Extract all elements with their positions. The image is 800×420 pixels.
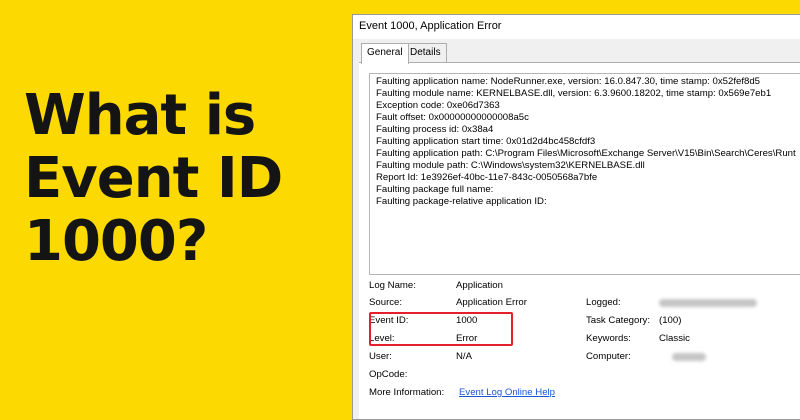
event-properties-window: Event 1000, Application Error General De…	[352, 14, 800, 420]
log-name-value: Application	[456, 280, 503, 291]
general-tab-panel: Faulting application name: NodeRunner.ex…	[359, 62, 800, 419]
more-information-label: More Information:	[369, 387, 445, 398]
description-line: Faulting process id: 0x38a4	[376, 124, 494, 135]
tab-general[interactable]: General	[361, 43, 409, 64]
computer-value-redacted	[672, 353, 706, 361]
event-description-box[interactable]: Faulting application name: NodeRunner.ex…	[369, 73, 800, 275]
keywords-value: Classic	[659, 333, 690, 344]
tab-details[interactable]: Details	[404, 43, 447, 62]
description-line: Faulting package full name:	[376, 184, 494, 195]
user-label: User:	[369, 351, 392, 362]
description-line: Faulting module path: C:\Windows\system3…	[376, 160, 645, 171]
description-line: Faulting application name: NodeRunner.ex…	[376, 76, 760, 87]
description-line: Fault offset: 0x00000000000008a5c	[376, 112, 529, 123]
headline: What is Event ID 1000?	[24, 84, 354, 273]
description-line: Report Id: 1e3926ef-40bc-11e7-843c-00505…	[376, 172, 598, 183]
logged-label: Logged:	[586, 297, 621, 308]
event-log-online-help-link[interactable]: Event Log Online Help	[459, 387, 555, 398]
window-title: Event 1000, Application Error	[359, 20, 502, 32]
headline-line-1: What is	[24, 83, 256, 148]
source-label: Source:	[369, 297, 403, 308]
headline-line-2: Event ID	[24, 146, 283, 211]
description-line: Faulting application start time: 0x01d2d…	[376, 136, 596, 147]
headline-line-3: 1000?	[24, 209, 208, 274]
description-line: Faulting module name: KERNELBASE.dll, ve…	[376, 88, 772, 99]
logged-value-redacted	[659, 299, 757, 307]
log-name-label: Log Name:	[369, 280, 416, 291]
description-line: Exception code: 0xe06d7363	[376, 100, 500, 111]
opcode-label: OpCode:	[369, 369, 408, 380]
description-line: Faulting application path: C:\Program Fi…	[376, 148, 796, 159]
window-titlebar[interactable]: Event 1000, Application Error	[353, 15, 800, 39]
source-value: Application Error	[456, 297, 527, 308]
task-category-value: (100)	[659, 315, 682, 326]
description-line: Faulting package-relative application ID…	[376, 196, 547, 207]
keywords-label: Keywords:	[586, 333, 631, 344]
event-id-level-highlight-box	[369, 312, 513, 346]
task-category-label: Task Category:	[586, 315, 650, 326]
computer-label: Computer:	[586, 351, 631, 362]
user-value: N/A	[456, 351, 472, 362]
